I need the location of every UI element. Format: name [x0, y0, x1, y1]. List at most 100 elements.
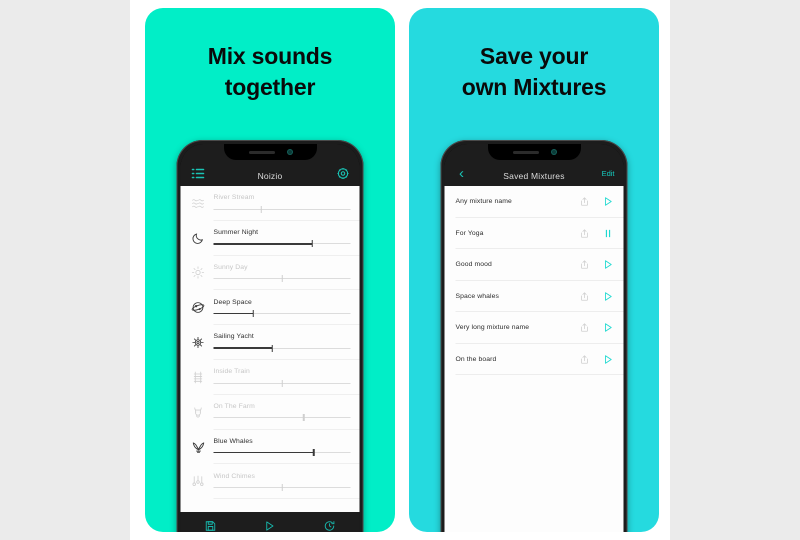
waves-icon	[188, 197, 209, 210]
volume-slider[interactable]	[213, 484, 351, 492]
cow-icon	[188, 406, 209, 419]
slider-knob[interactable]	[271, 344, 274, 352]
mixture-name: Very long mixture name	[455, 324, 530, 332]
share-icon[interactable]	[580, 322, 590, 333]
sound-control[interactable]: Sunny Day	[213, 264, 351, 283]
planet-icon	[188, 301, 209, 314]
back-chevron-icon[interactable]: ‹	[452, 164, 472, 182]
mixture-actions	[580, 291, 614, 302]
sound-control[interactable]: Blue Whales	[213, 437, 351, 457]
sun-icon	[188, 266, 209, 280]
phone-notch	[487, 144, 581, 160]
mixture-actions	[580, 196, 614, 207]
earpiece-speaker	[512, 150, 539, 154]
slider-fill	[213, 451, 314, 454]
volume-slider[interactable]	[213, 344, 351, 352]
play-icon[interactable]	[603, 259, 614, 270]
slider-knob[interactable]	[303, 414, 305, 422]
mixture-actions	[580, 259, 614, 270]
phone-mockup-right: ‹ Saved Mixtures Edit Any mixture name F…	[440, 140, 628, 532]
mixture-row[interactable]: Very long mixture name	[445, 312, 624, 344]
mixture-actions	[580, 354, 614, 365]
slider-fill	[213, 243, 313, 245]
slider-knob[interactable]	[311, 240, 313, 248]
sound-row[interactable]: On The Farm	[181, 395, 360, 430]
volume-slider[interactable]	[213, 275, 351, 283]
mixture-row[interactable]: Any mixture name	[445, 186, 624, 218]
slider-track	[213, 208, 351, 210]
sound-row[interactable]: Wind Chimes	[181, 464, 360, 500]
mixture-row[interactable]: Good mood	[445, 249, 624, 281]
right-heading-line-2: own Mixtures	[461, 73, 607, 100]
mixture-row[interactable]: Space whales	[445, 281, 624, 312]
sound-control[interactable]: Inside Train	[213, 368, 351, 387]
share-icon[interactable]	[580, 354, 590, 365]
sound-row[interactable]: Sunny Day	[181, 256, 360, 291]
volume-slider[interactable]	[213, 449, 351, 457]
share-icon[interactable]	[580, 259, 590, 270]
share-icon[interactable]	[580, 291, 590, 302]
mixture-actions	[580, 322, 614, 333]
sound-list[interactable]: River Stream Summer Night Sunny Day Deep…	[180, 186, 360, 512]
screenshot-card-right[interactable]: Save your own Mixtures ‹ Saved Mixtures …	[409, 8, 659, 532]
slider-fill	[213, 347, 273, 350]
slider-knob[interactable]	[312, 449, 315, 457]
edit-button[interactable]: Edit	[602, 164, 617, 182]
slider-knob[interactable]	[281, 484, 283, 492]
app-store-screenshot-gallery: Mix sounds together Noizio River Stream …	[0, 0, 800, 540]
mixture-actions	[580, 228, 614, 239]
volume-slider[interactable]	[213, 240, 351, 248]
mixture-name: On the board	[455, 355, 497, 363]
volume-slider[interactable]	[213, 379, 351, 387]
play-icon[interactable]	[257, 516, 283, 532]
mixture-name: For Yoga	[455, 229, 484, 237]
sound-row[interactable]: Summer Night	[181, 221, 360, 256]
sound-control[interactable]: Sailing Yacht	[213, 333, 351, 352]
slider-track	[213, 417, 351, 419]
play-icon[interactable]	[603, 354, 614, 365]
mixture-row[interactable]: On the board	[445, 344, 624, 375]
screenshot-card-left[interactable]: Mix sounds together Noizio River Stream …	[145, 8, 395, 532]
mixture-name: Good mood	[455, 261, 492, 269]
sound-control[interactable]: Summer Night	[213, 229, 351, 248]
sound-row[interactable]: River Stream	[181, 186, 360, 221]
row-divider	[213, 498, 360, 500]
slider-knob[interactable]	[260, 205, 263, 213]
sound-row[interactable]: Blue Whales	[181, 430, 360, 465]
sound-control[interactable]: Wind Chimes	[213, 473, 351, 492]
timer-icon[interactable]	[317, 516, 343, 532]
row-divider	[455, 374, 624, 375]
sound-control[interactable]: On The Farm	[213, 403, 351, 422]
sound-row[interactable]: Deep Space	[181, 290, 360, 326]
sound-control[interactable]: River Stream	[213, 194, 351, 213]
saved-mixtures-list[interactable]: Any mixture name For Yoga Good mood Spac…	[444, 186, 624, 532]
list-icon[interactable]	[188, 164, 208, 182]
sound-label: Deep Space	[213, 298, 252, 306]
save-icon[interactable]	[197, 516, 223, 532]
share-icon[interactable]	[580, 228, 590, 239]
sound-row[interactable]: Sailing Yacht	[181, 325, 360, 360]
sound-label: Blue Whales	[213, 437, 253, 445]
left-heading-line-2: together	[224, 73, 316, 100]
pause-icon[interactable]	[603, 228, 614, 239]
volume-slider[interactable]	[213, 414, 351, 422]
ship-wheel-icon	[188, 336, 209, 349]
play-icon[interactable]	[603, 291, 614, 302]
mixture-row[interactable]: For Yoga	[445, 218, 624, 249]
play-icon[interactable]	[603, 322, 614, 333]
share-icon[interactable]	[580, 196, 590, 207]
mixture-name: Any mixture name	[455, 198, 512, 206]
play-icon[interactable]	[603, 196, 614, 207]
slider-knob[interactable]	[281, 275, 283, 283]
slider-knob[interactable]	[281, 379, 283, 387]
slider-knob[interactable]	[252, 310, 254, 318]
left-heading-line-1: Mix sounds	[207, 43, 333, 69]
phone-screen-right: ‹ Saved Mixtures Edit Any mixture name F…	[444, 144, 624, 532]
phone-mockup-left: Noizio River Stream Summer Night Sunny D…	[176, 140, 364, 532]
gear-icon[interactable]	[333, 164, 353, 182]
volume-slider[interactable]	[213, 310, 351, 318]
volume-slider[interactable]	[213, 205, 351, 213]
sound-row[interactable]: Inside Train	[181, 360, 360, 395]
sound-control[interactable]: Deep Space	[213, 298, 351, 318]
front-camera	[551, 150, 556, 154]
